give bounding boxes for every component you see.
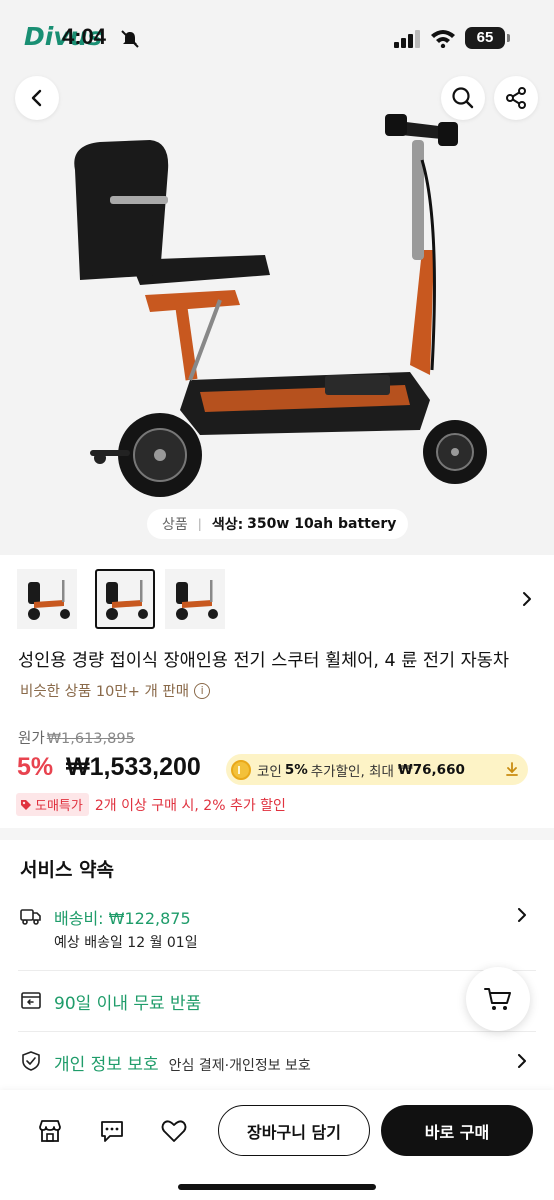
shipping-row[interactable]: 배송비: ₩122,875 예상 배송일 12 월 01일 bbox=[0, 895, 554, 965]
coin-middle: 추가할인, 최대 bbox=[310, 763, 394, 780]
heart-icon[interactable] bbox=[160, 1117, 188, 1145]
thumbnail-selected[interactable] bbox=[95, 569, 155, 629]
status-time: 4:04 bbox=[62, 24, 107, 49]
tag-icon bbox=[21, 799, 31, 810]
original-price: 원가 ₩1,613,895 bbox=[18, 727, 135, 748]
info-icon[interactable]: i bbox=[194, 682, 211, 699]
variant-value: 350w 10ah battery bbox=[247, 516, 397, 532]
cart-icon bbox=[484, 988, 511, 1010]
promo-text: 2개 이상 구매 시, 2% 추가 할인 bbox=[94, 797, 286, 814]
thumbnail[interactable] bbox=[17, 569, 77, 629]
variant-label: 상품 bbox=[162, 517, 188, 533]
thumbnail-image bbox=[28, 580, 70, 620]
store-icon[interactable] bbox=[36, 1117, 64, 1145]
product-image-gallery[interactable]: Divus 4:04 65 상품 | 색상: 350w 10ah battery bbox=[0, 0, 554, 555]
chat-icon[interactable] bbox=[98, 1117, 126, 1145]
chevron-right-icon bbox=[518, 1054, 526, 1068]
chevron-right-icon bbox=[518, 908, 526, 922]
section-divider bbox=[0, 828, 554, 840]
share-icon bbox=[506, 87, 526, 109]
privacy-protection: 개인 정보 보호 안심 결제·개인정보 보호 bbox=[54, 1050, 311, 1075]
selected-variant-pill[interactable]: 상품 | 색상: 350w 10ah battery bbox=[147, 509, 408, 539]
thumbnail-strip bbox=[0, 565, 554, 635]
truck-icon bbox=[20, 909, 41, 925]
bell-muted-icon bbox=[121, 30, 139, 48]
chevron-right-icon[interactable] bbox=[521, 591, 533, 607]
sale-price: ₩1,533,200 bbox=[66, 753, 201, 781]
row-divider bbox=[18, 1031, 536, 1032]
buy-now-button[interactable]: 바로 구매 bbox=[381, 1105, 533, 1156]
variant-key: 색상: bbox=[211, 517, 244, 533]
discount-percent: 5% bbox=[17, 753, 54, 781]
privacy-extra: 안심 결제·개인정보 보호 bbox=[168, 1058, 311, 1074]
coin-icon bbox=[231, 759, 251, 780]
shield-icon bbox=[22, 1051, 40, 1071]
row-divider bbox=[18, 970, 536, 971]
signal-icon bbox=[394, 30, 420, 48]
coin-discount-banner[interactable]: 코인 5% 추가할인, 최대 ₩76,660 bbox=[226, 754, 528, 785]
thumbnail-image bbox=[176, 580, 218, 620]
back-button[interactable] bbox=[15, 76, 59, 120]
back-icon bbox=[31, 89, 42, 107]
shipping-fee: 배송비: ₩122,875 bbox=[54, 909, 191, 928]
original-price-label: 원가 bbox=[18, 731, 45, 747]
status-bar: Divus 4:04 65 bbox=[0, 0, 554, 70]
share-button[interactable] bbox=[494, 76, 538, 120]
free-returns: 90일 이내 무료 반품 bbox=[54, 994, 202, 1014]
wifi-icon bbox=[431, 30, 455, 48]
download-icon[interactable] bbox=[504, 761, 520, 777]
promo-badge-label: 도매특가 bbox=[35, 799, 83, 814]
home-indicator bbox=[178, 1184, 376, 1190]
service-heading: 서비스 약속 bbox=[20, 859, 115, 881]
battery-tip bbox=[507, 34, 510, 42]
battery-indicator: 65 bbox=[465, 27, 505, 49]
return-box-icon bbox=[21, 992, 41, 1009]
wholesale-promo: 도매특가 2개 이상 구매 시, 2% 추가 할인 bbox=[16, 793, 286, 816]
privacy-title: 개인 정보 보호 bbox=[54, 1055, 159, 1075]
promo-badge: 도매특가 bbox=[16, 793, 89, 816]
thumbnail-image bbox=[106, 580, 148, 620]
original-price-value: ₩1,613,895 bbox=[46, 731, 135, 747]
delivery-date: 예상 배송일 12 월 01일 bbox=[54, 935, 198, 951]
coin-percent: 5% bbox=[284, 761, 308, 778]
floating-cart-button[interactable] bbox=[466, 967, 530, 1031]
similar-sales[interactable]: 비슷한 상품 10만+ 개 판매 i bbox=[20, 680, 211, 701]
coin-prefix: 코인 bbox=[257, 763, 282, 780]
thumbnail[interactable] bbox=[165, 569, 225, 629]
product-image bbox=[74, 114, 487, 497]
product-title: 성인용 경량 접이식 장애인용 전기 스쿠터 휠체어, 4 륜 전기 자동차 bbox=[18, 651, 509, 671]
privacy-row[interactable]: 개인 정보 보호 안심 결제·개인정보 보호 bbox=[0, 1040, 554, 1085]
coin-max: ₩76,660 bbox=[397, 761, 465, 778]
similar-sales-text: 비슷한 상품 10만+ 개 판매 bbox=[20, 684, 190, 700]
add-to-cart-button[interactable]: 장바구니 담기 bbox=[218, 1105, 370, 1156]
variant-separator: | bbox=[197, 517, 202, 531]
